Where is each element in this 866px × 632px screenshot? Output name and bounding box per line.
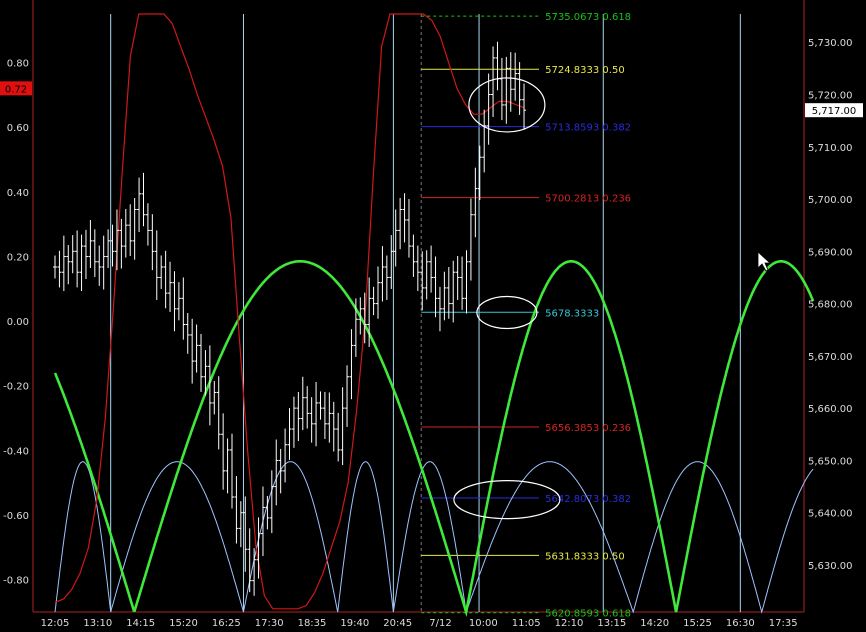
right-axis-tick-label: 5,650.00 [808,456,853,467]
long-cycle-layer [53,260,815,618]
chart-window: 5735.0673 0.618 5724.8333 0.50 5713.8593 0… [0,0,866,632]
price-chart[interactable]: 5735.0673 0.618 5724.8333 0.50 5713.8593 0… [0,0,866,632]
left-axis-tick-label: 0.00 [7,317,29,328]
current-price-label: 5,717.00 [812,106,857,117]
left-axis-tick-label: 0.20 [7,252,29,263]
right-axis-tick-label: 5,720.00 [808,91,853,102]
x-axis-tick-label: 12:05 [41,618,70,629]
x-axis-tick-label: 10:00 [469,618,498,629]
short-cycle-line [54,461,814,614]
left-axis-tick-label: -0.40 [3,446,29,457]
fib-level-label: 5700.2813 0.236 [545,194,631,205]
price-layer [53,41,527,596]
x-axis-tick-label: 15:25 [683,618,712,629]
right-axis-tick-label: 5,680.00 [808,300,853,311]
plot-frame [32,0,805,613]
x-axis-tick-label: 20:45 [383,618,412,629]
fib-level-label: 5656.3853 0.236 [545,423,631,434]
x-axis-tick-label: 17:30 [255,618,284,629]
right-axis-tick-label: 5,700.00 [808,195,853,206]
left-axis-tick-label: -0.80 [3,576,29,587]
right-axis-tick-label: 5,690.00 [808,247,853,258]
right-axis-tick-label: 5,660.00 [808,404,853,415]
x-axis-tick-label: 14:20 [640,618,669,629]
x-axis-tick-label: 17:35 [769,618,798,629]
short-cycle-layer [54,461,814,614]
oscillator-value-label: 0.72 [5,84,27,95]
right-axis-tick-label: 5,630.00 [808,561,853,572]
x-axis-tick-label: 13:15 [597,618,626,629]
right-axis-tick-label: 5,670.00 [808,352,853,363]
x-axis-tick-label: 7/12 [429,618,451,629]
x-axis-tick-label: 18:35 [298,618,327,629]
fib-level-label: 5713.8593 0.382 [545,123,631,134]
x-axis-tick-label: 12:10 [555,618,584,629]
right-axis-tick-label: 5,640.00 [808,509,853,520]
annotation-ellipse [468,77,546,133]
x-axis-tick-label: 11:05 [512,618,541,629]
cycle-marker-lines [110,14,741,612]
left-axis-tick-label: -0.60 [3,511,29,522]
x-axis-tick-label: 13:10 [83,618,112,629]
left-axis-tick-label: 0.80 [7,58,29,69]
annotation-ellipses [453,77,561,520]
annotation-ellipse [453,480,561,520]
x-axis-tick-label: 16:25 [212,618,241,629]
right-axis-tick-label: 5,730.00 [808,38,853,49]
x-axis-tick-label: 15:20 [169,618,198,629]
long-cycle-line [53,260,815,618]
x-axis-tick-label: 16:30 [726,618,755,629]
fib-level-label: 5735.0673 0.618 [545,12,631,23]
left-axis-tick-label: 0.60 [7,123,29,134]
left-axis-tick-label: -0.20 [3,382,29,393]
fib-level-label: 5724.8333 0.50 [545,65,625,76]
fib-level-label: 5678.3333 [545,308,599,319]
x-axis-tick-label: 19:40 [340,618,369,629]
left-axis-tick-label: 0.40 [7,188,29,199]
x-axis-tick-label: 14:15 [126,618,155,629]
right-axis-tick-label: 5,710.00 [808,143,853,154]
